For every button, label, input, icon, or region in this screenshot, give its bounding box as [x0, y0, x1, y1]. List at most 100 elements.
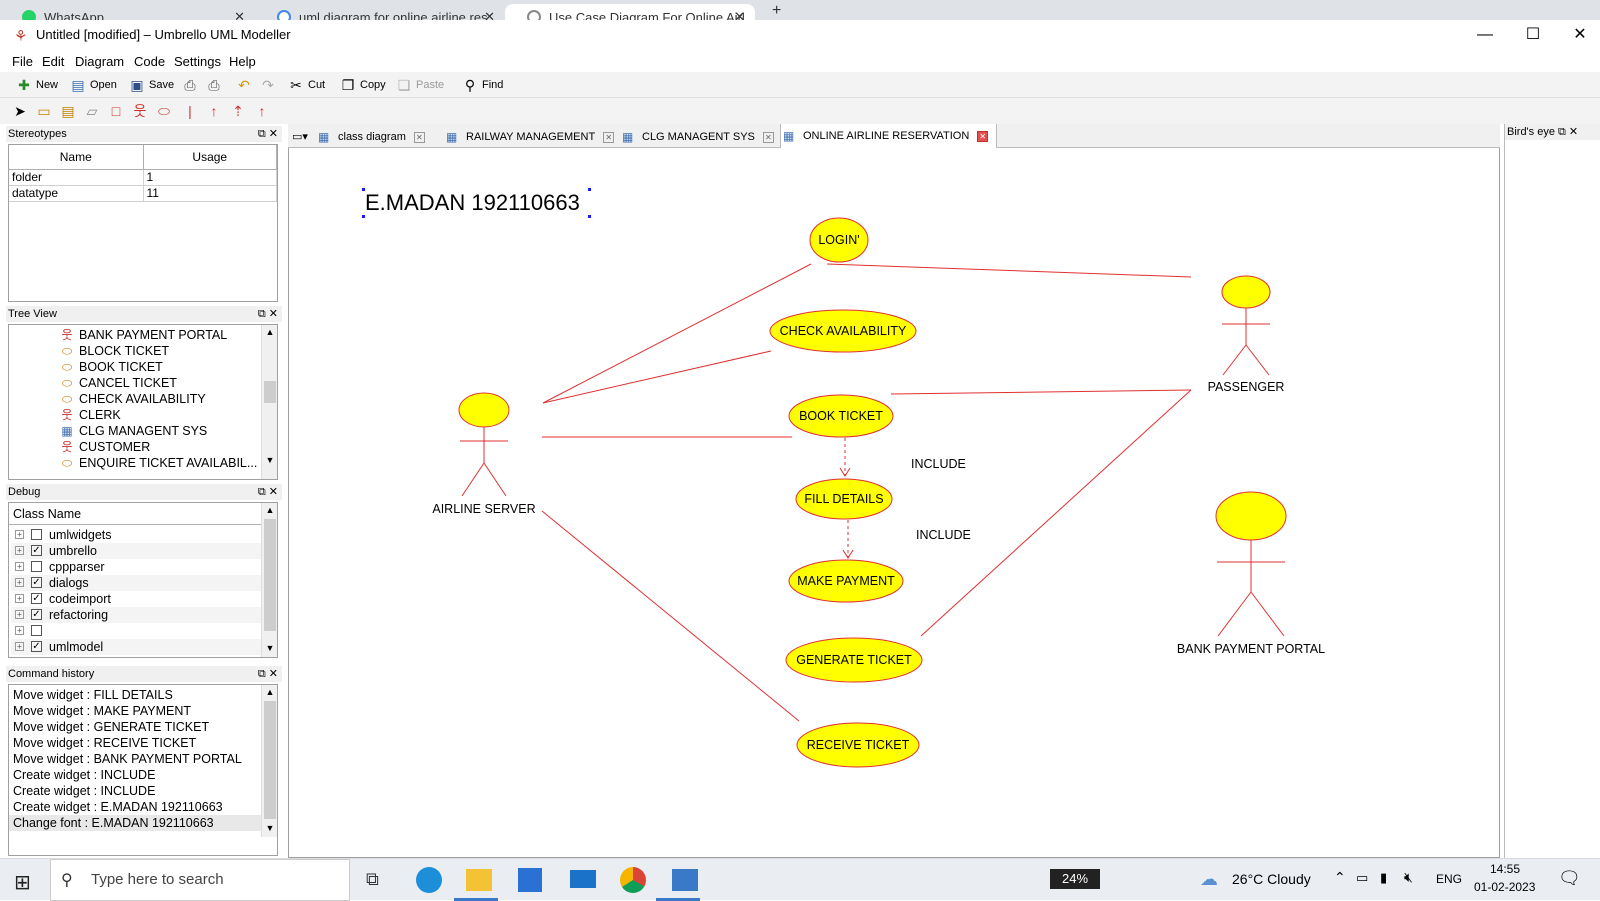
note-tool-icon[interactable]: ▤	[58, 102, 78, 120]
cut-button[interactable]: ✂ Cut	[288, 75, 325, 95]
menu-edit[interactable]: Edit	[42, 54, 64, 69]
checkbox[interactable]	[31, 529, 42, 540]
tree-item[interactable]: ▦ CLG MANAGENT SYS	[59, 423, 207, 439]
menu-file[interactable]: File	[12, 54, 33, 69]
generalization-tool-icon[interactable]: ↑	[252, 102, 272, 120]
checkbox-checked[interactable]: ✓	[31, 593, 42, 604]
dock-float-close-icons[interactable]: ⧉ ✕	[258, 666, 278, 682]
history-item[interactable]: Move widget : GENERATE TICKET	[13, 719, 209, 735]
debug-row[interactable]: + ✓ codeimport	[11, 591, 261, 607]
tree-item[interactable]: 웃 CLERK	[59, 407, 120, 423]
open-button[interactable]: ▤ Open	[70, 75, 117, 95]
debug-row[interactable]: + ✓ refactoring	[11, 607, 261, 623]
notifications-icon[interactable]: 🗨︎	[1558, 868, 1581, 889]
column-header-usage[interactable]: Usage	[143, 145, 277, 170]
browser-tab-whatsapp[interactable]: WhatsApp ✕	[0, 4, 255, 20]
redo-button[interactable]: ↷	[260, 75, 276, 95]
undo-button[interactable]: ↶	[236, 75, 252, 95]
debug-row[interactable]: + ✓ umlmodel	[11, 639, 261, 655]
store-icon[interactable]	[518, 868, 542, 892]
file-explorer-icon[interactable]	[466, 869, 492, 891]
debug-row[interactable]: + ✓ umbrello	[11, 543, 261, 559]
scroll-down-icon[interactable]: ▼	[262, 821, 277, 835]
task-view-icon[interactable]: ⧉	[366, 869, 379, 890]
table-row[interactable]: folder 1	[9, 169, 277, 186]
usecase-tool-icon[interactable]: ⬭	[154, 102, 174, 120]
dock-float-close-icons[interactable]: ⧉ ✕	[258, 126, 278, 142]
menu-help[interactable]: Help	[229, 54, 256, 69]
diagram-note[interactable]: E.MADAN 192110663	[365, 190, 580, 215]
actor-tool-icon[interactable]: 웃	[130, 102, 150, 120]
battery-icon[interactable]: ▮	[1380, 870, 1387, 886]
new-button[interactable]: ✚ New	[16, 75, 58, 95]
close-window-button[interactable]: ✕	[1560, 23, 1600, 47]
close-tab-icon[interactable]: ✕	[603, 131, 615, 143]
actor-bank-payment-portal[interactable]: BANK PAYMENT PORTAL	[1177, 491, 1325, 656]
history-scrollbar[interactable]: ▲ ▼	[261, 685, 277, 837]
dependency-tool-icon[interactable]: ⇡	[228, 102, 248, 120]
checkbox-checked[interactable]: ✓	[31, 545, 42, 556]
table-row[interactable]: datatype 11	[9, 185, 277, 202]
history-item[interactable]: Move widget : BANK PAYMENT PORTAL	[13, 751, 242, 767]
tab-class-diagram[interactable]: ▦ class diagram ✕	[316, 127, 425, 147]
expand-icon[interactable]: +	[15, 530, 24, 539]
close-tab-icon[interactable]: ✕	[977, 130, 989, 142]
menu-code[interactable]: Code	[134, 54, 165, 69]
edge-icon[interactable]	[416, 867, 442, 893]
tree-scrollbar[interactable]: ▲ ▼	[261, 325, 277, 479]
history-item[interactable]: Move widget : MAKE PAYMENT	[13, 703, 191, 719]
maximize-button[interactable]: ☐	[1513, 23, 1553, 47]
checkbox[interactable]	[31, 561, 42, 572]
clock-date[interactable]: 01-02-2023	[1474, 880, 1535, 894]
column-header-class-name[interactable]: Class Name	[9, 503, 261, 525]
checkbox-checked[interactable]: ✓	[31, 577, 42, 588]
dock-float-close-icons[interactable]: ⧉ ✕	[258, 484, 278, 500]
close-tab-icon[interactable]: ✕	[484, 9, 495, 20]
close-tab-icon[interactable]: ✕	[762, 131, 774, 143]
print-preview-button[interactable]: ⎙	[206, 75, 222, 95]
debug-row[interactable]: + cppparser	[11, 559, 261, 575]
tab-clg-managent-sys[interactable]: ▦ CLG MANAGENT SYS ✕	[620, 127, 774, 147]
checkbox-checked[interactable]: ✓	[31, 641, 42, 652]
expand-icon[interactable]: +	[15, 610, 24, 619]
anchor-tool-icon[interactable]: ▱	[82, 102, 102, 120]
tree-item[interactable]: ⬭ CANCEL TICKET	[59, 375, 177, 391]
tree-item[interactable]: ⬭ BLOCK TICKET	[59, 343, 169, 359]
column-header-name[interactable]: Name	[9, 145, 144, 170]
taskbar-search-box[interactable]: ⚲ Type here to search	[50, 859, 350, 901]
chrome-icon[interactable]	[620, 867, 646, 893]
print-button[interactable]: ⎙	[182, 75, 198, 95]
association-tool-icon[interactable]: ↑	[204, 102, 224, 120]
diagram-canvas[interactable]: E.MADAN 192110663 LOGIN' CHECK AVAILABIL…	[288, 148, 1500, 858]
expand-icon[interactable]: +	[15, 546, 24, 555]
find-button[interactable]: ⚲ Find	[462, 75, 504, 95]
history-item[interactable]: Create widget : INCLUDE	[13, 767, 155, 783]
scroll-up-icon[interactable]: ▲	[262, 325, 277, 339]
browser-tab-google[interactable]: uml diagram for online airline res ✕	[255, 4, 505, 20]
menu-diagram[interactable]: Diagram	[75, 54, 124, 69]
association-server-check-availability[interactable]	[542, 350, 772, 404]
scroll-thumb[interactable]	[264, 519, 276, 631]
scroll-thumb[interactable]	[264, 701, 276, 819]
tree-item[interactable]: ⬭ ENQUIRE TICKET AVAILABIL...	[59, 455, 257, 471]
close-tab-icon[interactable]: ✕	[413, 131, 425, 143]
volume-muted-icon[interactable]: 🔇︎	[1404, 869, 1413, 886]
tab-railway-management[interactable]: ▦ RAILWAY MANAGEMENT ✕	[444, 127, 615, 147]
close-tab-icon[interactable]: ✕	[234, 9, 245, 20]
expand-icon[interactable]: +	[15, 562, 24, 571]
tree-item[interactable]: ⬭ CHECK AVAILABILITY	[59, 391, 206, 407]
windows-start-icon[interactable]: ⊞	[14, 870, 31, 895]
debug-row[interactable]: +	[11, 623, 261, 639]
scroll-thumb[interactable]	[264, 381, 276, 403]
tree-item[interactable]: 웃 BANK PAYMENT PORTAL	[59, 327, 227, 343]
history-item[interactable]: Create widget : INCLUDE	[13, 783, 155, 799]
network-icon[interactable]: ▭	[1356, 870, 1368, 886]
dock-float-close-icons[interactable]: ⧉ ✕	[258, 306, 278, 322]
umbrello-taskbar-icon[interactable]	[672, 869, 698, 891]
clock-time[interactable]: 14:55	[1490, 862, 1520, 876]
history-item-selected[interactable]: Change font : E.MADAN 192110663	[9, 815, 261, 831]
history-item[interactable]: Create widget : E.MADAN 192110663	[13, 799, 223, 815]
history-item[interactable]: Move widget : FILL DETAILS	[13, 687, 173, 703]
tree-item[interactable]: 웃 CUSTOMER	[59, 439, 150, 455]
battery-indicator[interactable]: 24%	[1050, 869, 1100, 889]
